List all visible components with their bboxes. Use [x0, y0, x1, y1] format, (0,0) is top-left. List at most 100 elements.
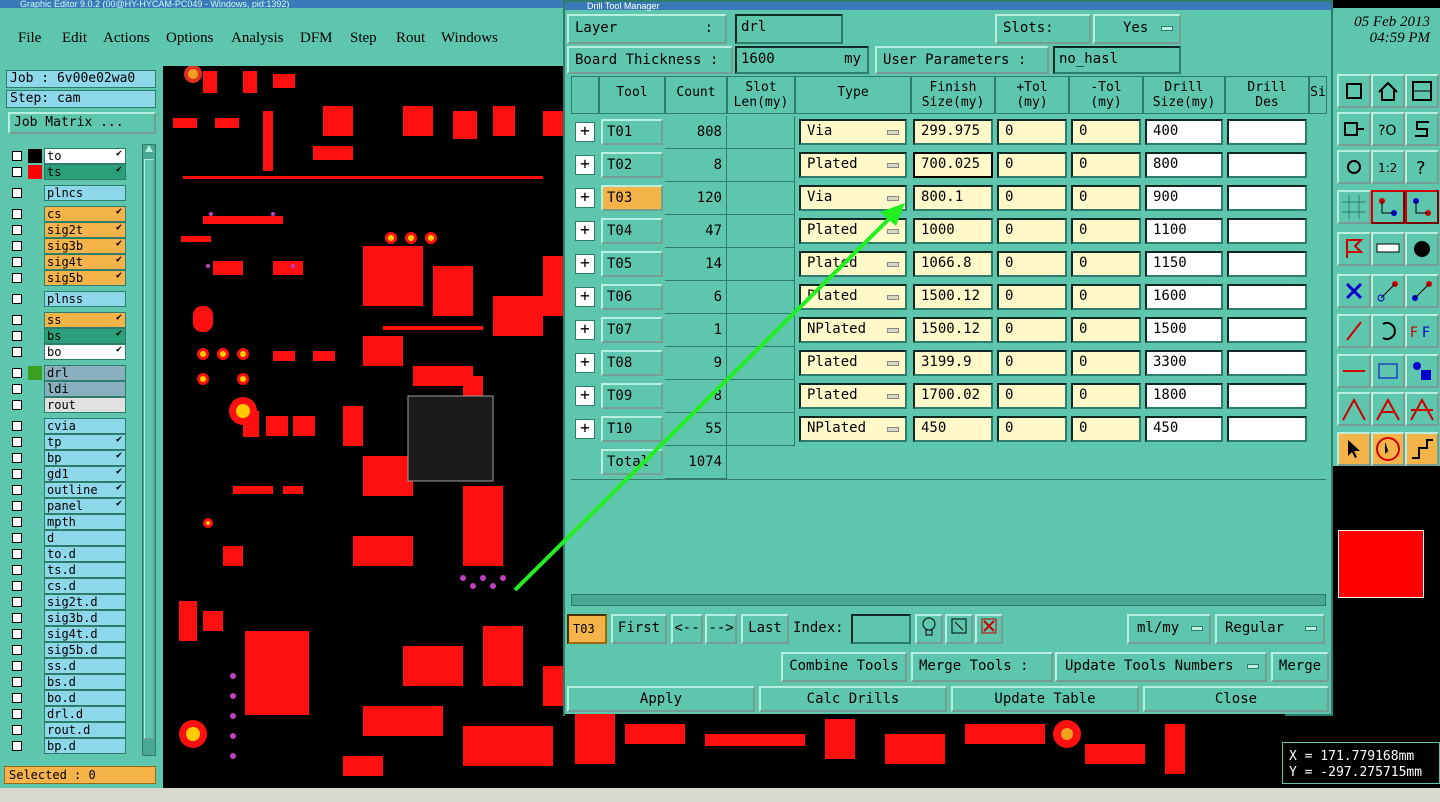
plus-tol-input[interactable]: 0 [997, 284, 1067, 310]
expand-row-icon[interactable]: + [575, 419, 595, 439]
type-dropdown[interactable]: Plated [799, 152, 907, 178]
layer-checkbox[interactable] [12, 725, 22, 735]
minus-tol-input[interactable]: 0 [1071, 119, 1141, 145]
drill-size-input[interactable]: 1150 [1145, 251, 1223, 277]
layer-row-tp[interactable]: tp ✔ [8, 434, 138, 450]
finish-size-input[interactable]: 700.025 [913, 152, 993, 178]
expand-row-icon[interactable]: + [575, 386, 595, 406]
layer-row-to.d[interactable]: to.d [8, 546, 138, 562]
cross-icon[interactable] [1337, 274, 1371, 308]
layer-checkbox[interactable] [12, 613, 22, 623]
layer-checkbox[interactable] [12, 581, 22, 591]
plus-tol-input[interactable]: 0 [997, 317, 1067, 343]
expand-row-icon[interactable]: + [575, 353, 595, 373]
merge-button[interactable]: Merge [1271, 652, 1329, 682]
drill-size-input[interactable]: 1100 [1145, 218, 1223, 244]
minus-tol-input[interactable]: 0 [1071, 185, 1141, 211]
expand-row-icon[interactable]: + [575, 122, 595, 142]
layer-row-sig2t.d[interactable]: sig2t.d [8, 594, 138, 610]
layer-checkbox[interactable] [12, 151, 22, 161]
layer-row-bo.d[interactable]: bo.d [8, 690, 138, 706]
home-icon[interactable] [1371, 74, 1405, 108]
last-button[interactable]: Last [741, 614, 789, 644]
cursor-icon[interactable] [1337, 432, 1371, 466]
update-table-button[interactable]: Update Table [951, 686, 1139, 712]
menu-windows[interactable]: Windows [441, 30, 498, 47]
layer-row-drl.d[interactable]: drl.d [8, 706, 138, 722]
line-tool-icon[interactable] [1371, 274, 1405, 308]
fill-icon[interactable]: FF [1405, 314, 1439, 348]
layer-row-bp.d[interactable]: bp.d [8, 738, 138, 754]
menu-file[interactable]: File [18, 30, 41, 47]
minus-tol-input[interactable]: 0 [1071, 218, 1141, 244]
drill-des-input[interactable] [1227, 350, 1307, 376]
layer-checkbox[interactable] [12, 241, 22, 251]
clear-icon[interactable] [975, 614, 1003, 644]
combine-tools-button[interactable]: Combine Tools [781, 652, 907, 682]
layer-checkbox[interactable] [12, 331, 22, 341]
tool-button-T06[interactable]: T06 [601, 284, 663, 310]
layer-checkbox[interactable] [12, 167, 22, 177]
layer-row-outline[interactable]: outline ✔ [8, 482, 138, 498]
layer-checkbox[interactable] [12, 677, 22, 687]
drill-des-input[interactable] [1227, 284, 1307, 310]
help-icon[interactable]: ? [1405, 150, 1439, 184]
center-icon[interactable] [1337, 150, 1371, 184]
mountain-2-icon[interactable] [1371, 392, 1405, 426]
tool-button-T10[interactable]: T10 [601, 416, 663, 442]
plus-tol-input[interactable]: 0 [997, 152, 1067, 178]
minus-tol-input[interactable]: 0 [1071, 317, 1141, 343]
layer-checkbox[interactable] [12, 209, 22, 219]
snap-grid-icon[interactable] [1337, 190, 1371, 224]
layer-row-bo[interactable]: bo ✔ [8, 344, 138, 360]
layer-row-plnss[interactable]: plnss [8, 291, 138, 307]
type-dropdown[interactable]: Plated [799, 284, 907, 310]
layer-row-sig5b.d[interactable]: sig5b.d [8, 642, 138, 658]
layer-checkbox[interactable] [12, 368, 22, 378]
tool-button-T03[interactable]: T03 [601, 185, 663, 211]
expand-row-icon[interactable]: + [575, 254, 595, 274]
drill-size-input[interactable]: 800 [1145, 152, 1223, 178]
finish-size-input[interactable]: 450 [913, 416, 993, 442]
expand-row-icon[interactable]: + [575, 287, 595, 307]
table-hscroll[interactable] [571, 594, 1326, 606]
bulb-icon[interactable] [915, 614, 943, 644]
drill-des-input[interactable] [1227, 119, 1307, 145]
expand-row-icon[interactable]: + [575, 320, 595, 340]
user-params-button[interactable]: User Parameters : [875, 46, 1049, 74]
layer-row-rout[interactable]: rout [8, 397, 138, 413]
grid-icon[interactable] [1405, 74, 1439, 108]
finish-size-input[interactable]: 800.1 [913, 185, 993, 211]
line-tool-2-icon[interactable] [1405, 274, 1439, 308]
menu-edit[interactable]: Edit [62, 30, 87, 47]
layer-row-sig3b[interactable]: sig3b ✔ [8, 238, 138, 254]
layer-row-bs.d[interactable]: bs.d [8, 674, 138, 690]
menu-step[interactable]: Step [350, 30, 377, 47]
layer-checkbox[interactable] [12, 565, 22, 575]
type-dropdown[interactable]: Plated [799, 383, 907, 409]
tool-button-T08[interactable]: T08 [601, 350, 663, 376]
finish-size-input[interactable]: 3199.9 [913, 350, 993, 376]
drill-size-input[interactable]: 1500 [1145, 317, 1223, 343]
step-tool-icon[interactable] [1337, 112, 1371, 146]
layer-checkbox[interactable] [12, 533, 22, 543]
net-tool-2-icon[interactable] [1405, 190, 1439, 224]
thickness-input[interactable]: 1600 my [735, 46, 869, 74]
pcb-canvas[interactable] [163, 66, 573, 788]
plus-tol-input[interactable]: 0 [997, 251, 1067, 277]
menu-dfm[interactable]: DFM [300, 30, 333, 47]
layer-tool-icon[interactable] [1337, 74, 1371, 108]
edge-icon[interactable] [1337, 354, 1371, 388]
layer-checkbox[interactable] [12, 549, 22, 559]
tool-button-T02[interactable]: T02 [601, 152, 663, 178]
layer-row-ts.d[interactable]: ts.d [8, 562, 138, 578]
drill-des-input[interactable] [1227, 218, 1307, 244]
plus-tol-input[interactable]: 0 [997, 416, 1067, 442]
layer-row-d[interactable]: d [8, 530, 138, 546]
pcb-canvas-lower[interactable] [565, 714, 1285, 788]
menu-rout[interactable]: Rout [396, 30, 425, 47]
layer-checkbox[interactable] [12, 437, 22, 447]
layer-row-ss.d[interactable]: ss.d [8, 658, 138, 674]
drill-size-input[interactable]: 900 [1145, 185, 1223, 211]
type-dropdown[interactable]: Plated [799, 218, 907, 244]
